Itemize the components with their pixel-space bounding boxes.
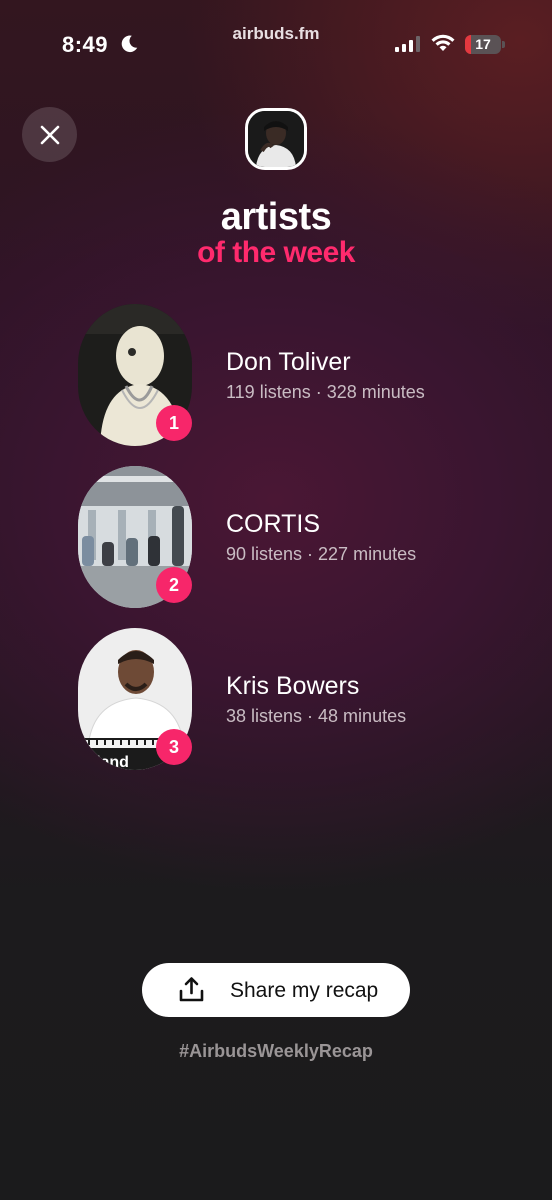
avatar-photo xyxy=(248,111,304,167)
signal-icon xyxy=(395,36,420,52)
artist-stats: 38 listens · 48 minutes xyxy=(226,706,407,726)
artist-name: Kris Bowers xyxy=(226,672,360,700)
rank-badge: 1 xyxy=(156,405,192,441)
artist-row-2[interactable]: 2 CORTIS 90 listens · 227 minutes xyxy=(78,466,498,611)
user-avatar[interactable] xyxy=(245,108,307,170)
share-label: Share my recap xyxy=(230,979,379,1002)
page-subtitle: of the week xyxy=(197,236,355,269)
share-button[interactable]: Share my recap xyxy=(142,963,410,1017)
svg-text:land: land xyxy=(96,754,129,770)
page-title: artists xyxy=(220,196,332,238)
artist-stats: 90 listens · 227 minutes xyxy=(226,544,417,564)
artist-stats: 119 listens · 328 minutes xyxy=(226,382,425,402)
battery-icon: 17 xyxy=(465,35,501,54)
close-button[interactable] xyxy=(22,107,77,162)
hashtag-label: #AirbudsWeeklyRecap xyxy=(179,1041,373,1061)
rank-badge: 3 xyxy=(156,729,192,765)
artist-name: CORTIS xyxy=(226,510,320,538)
battery-level: 17 xyxy=(475,36,491,52)
close-icon xyxy=(40,125,59,144)
status-bar: 8:49 airbuds.fm 17 xyxy=(0,0,552,80)
wifi-icon xyxy=(431,34,455,51)
artist-row-1[interactable]: 1 Don Toliver 119 listens · 328 minutes xyxy=(78,304,498,449)
rank-badge: 2 xyxy=(156,567,192,603)
artist-name: Don Toliver xyxy=(226,348,351,376)
share-icon xyxy=(179,977,204,1002)
artist-row-3[interactable]: land 3 Kris Bowers 38 listens · 48 minut… xyxy=(78,628,498,773)
battery-nub xyxy=(502,41,505,48)
